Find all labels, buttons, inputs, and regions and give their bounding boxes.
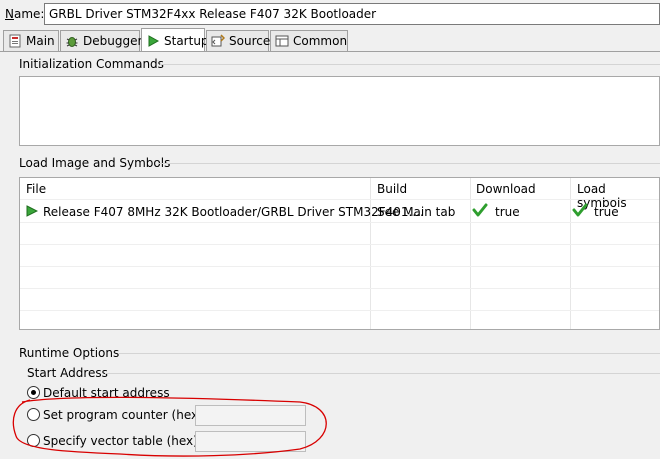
start-address-group-line bbox=[105, 373, 660, 374]
column-header-download[interactable]: Download bbox=[476, 182, 536, 196]
program-counter-input[interactable] bbox=[195, 405, 306, 426]
row-file: Release F407 8MHz 32K Bootloader/GRBL Dr… bbox=[43, 205, 424, 219]
load-image-table[interactable]: File Build Download Load symbols Release… bbox=[19, 177, 660, 330]
tab-source-label: Source bbox=[229, 34, 271, 48]
load-symbols-check-icon bbox=[572, 202, 588, 221]
common-icon bbox=[275, 34, 289, 48]
startup-play-icon bbox=[146, 34, 160, 48]
init-commands-title: Initialization Commands bbox=[19, 57, 164, 71]
tab-main[interactable]: Main bbox=[3, 30, 59, 51]
specify-vector-table-radio[interactable] bbox=[27, 434, 40, 447]
init-group-line bbox=[160, 64, 660, 65]
row-line bbox=[20, 266, 659, 267]
row-load-symbols: true bbox=[594, 205, 619, 219]
column-header-build[interactable]: Build bbox=[377, 182, 407, 196]
runtime-options-title: Runtime Options bbox=[19, 346, 120, 360]
runtime-group-line bbox=[118, 353, 660, 354]
row-line bbox=[20, 222, 659, 223]
play-icon bbox=[26, 205, 39, 220]
load-group-line bbox=[158, 163, 660, 164]
tab-debugger[interactable]: Debugger bbox=[60, 30, 143, 51]
tab-underline bbox=[0, 51, 660, 52]
set-program-counter-radio[interactable] bbox=[27, 408, 40, 421]
col-separator bbox=[470, 178, 471, 329]
debugger-bug-icon bbox=[65, 34, 79, 48]
col-separator bbox=[370, 178, 371, 329]
load-image-title: Load Image and Symbols bbox=[19, 156, 171, 170]
tab-common-label: Common bbox=[293, 34, 348, 48]
source-icon bbox=[211, 34, 226, 48]
col-separator bbox=[570, 178, 571, 329]
specify-vector-table-label[interactable]: Specify vector table (hex): bbox=[43, 434, 202, 448]
row-line bbox=[20, 310, 659, 311]
init-commands-textarea[interactable] bbox=[19, 76, 660, 146]
row-line bbox=[20, 244, 659, 245]
row-line bbox=[20, 199, 659, 200]
main-icon bbox=[8, 34, 22, 48]
tab-main-label: Main bbox=[26, 34, 55, 48]
tab-startup-label: Startup bbox=[164, 33, 209, 48]
default-start-address-radio[interactable] bbox=[27, 386, 40, 399]
tab-startup[interactable]: Startup bbox=[141, 28, 209, 52]
row-build: See Main tab bbox=[377, 205, 456, 219]
tab-debugger-label: Debugger bbox=[83, 34, 143, 48]
default-start-address-label[interactable]: Default start address bbox=[43, 386, 170, 400]
tab-bar: Main Debugger Startup Source Common bbox=[0, 28, 660, 52]
tab-common[interactable]: Common bbox=[270, 30, 348, 51]
set-program-counter-label[interactable]: Set program counter (hex): bbox=[43, 408, 207, 422]
row-line bbox=[20, 288, 659, 289]
tab-source[interactable]: Source bbox=[206, 30, 271, 51]
configuration-name-input[interactable] bbox=[44, 3, 660, 25]
name-label: Name: bbox=[5, 7, 45, 21]
download-check-icon bbox=[472, 202, 488, 221]
vector-table-input[interactable] bbox=[195, 431, 306, 452]
start-address-title: Start Address bbox=[27, 366, 108, 380]
row-download: true bbox=[495, 205, 520, 219]
column-header-file[interactable]: File bbox=[26, 182, 46, 196]
